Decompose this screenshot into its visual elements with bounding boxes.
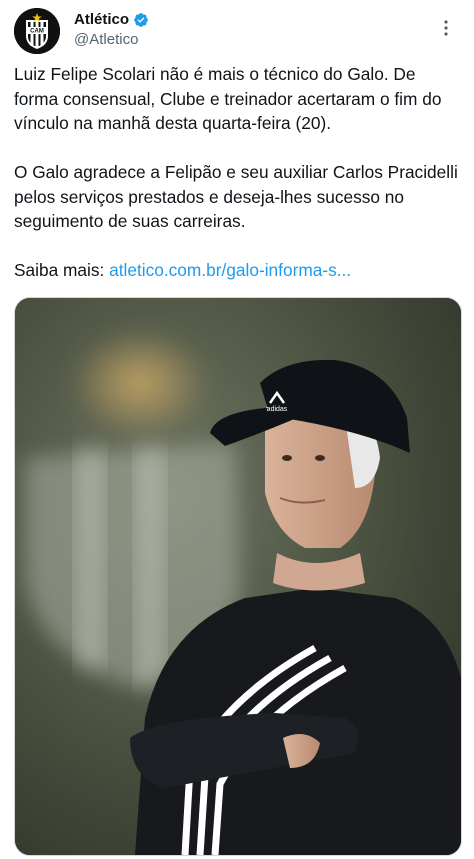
svg-text:adidas: adidas (267, 406, 288, 413)
tweet-text: Luiz Felipe Scolari não é mais o técnico… (14, 62, 462, 283)
avatar[interactable]: CAM (14, 8, 60, 54)
account-handle[interactable]: @Atletico (74, 30, 149, 50)
tweet-paragraph: Luiz Felipe Scolari não é mais o técnico… (14, 64, 442, 133)
saiba-mais-label: Saiba mais: (14, 260, 105, 280)
account-info: Atlético @Atletico (74, 10, 149, 50)
atletico-crest-icon: CAM (14, 8, 60, 54)
svg-text:CAM: CAM (30, 29, 44, 35)
more-vertical-icon[interactable] (434, 16, 458, 40)
tweet-photo[interactable]: adidas (14, 297, 462, 856)
tweet-header: CAM Atlético @Atletico (14, 6, 460, 54)
account-name[interactable]: Atlético (74, 10, 129, 29)
tweet-link-line: Saiba mais: atletico.com.br/galo-informa… (14, 258, 462, 283)
tweet-link[interactable]: atletico.com.br/galo-informa-s... (109, 260, 351, 280)
verified-badge-icon (133, 12, 149, 28)
tweet-paragraph: O Galo agradece a Felipão e seu auxiliar… (14, 162, 458, 231)
photo-coach-icon: adidas (15, 298, 461, 855)
